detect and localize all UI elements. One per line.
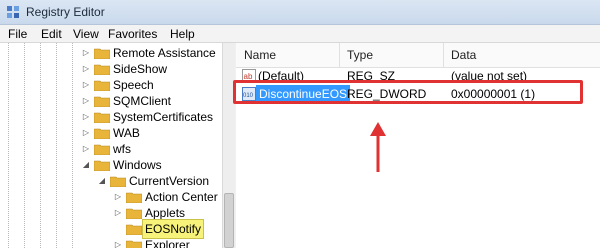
column-divider[interactable] <box>443 43 444 67</box>
tree-guide <box>24 43 25 248</box>
menu-bar: File Edit View Favorites Help <box>0 25 600 43</box>
title-bar: Registry Editor <box>0 0 600 25</box>
folder-icon <box>126 240 142 248</box>
highlight-box <box>233 80 583 104</box>
folder-icon <box>126 224 142 235</box>
folder-icon <box>126 192 142 203</box>
list-header: Name Type Data <box>236 43 600 68</box>
folder-icon <box>126 208 142 219</box>
menu-file[interactable]: File <box>8 27 27 41</box>
folder-icon <box>94 96 110 107</box>
values-list[interactable]: Name Type Data ab (Default) REG_SZ (valu… <box>236 43 600 248</box>
expand-arrow-icon[interactable]: ▷ <box>114 204 122 222</box>
menu-edit[interactable]: Edit <box>41 27 62 41</box>
folder-icon <box>94 128 110 139</box>
folder-icon <box>94 112 110 123</box>
tree-scrollbar[interactable] <box>222 43 235 248</box>
tree-guide <box>8 43 9 248</box>
folder-icon <box>94 144 110 155</box>
menu-favorites[interactable]: Favorites <box>108 27 157 41</box>
tree-guide <box>72 43 73 248</box>
expand-arrow-icon[interactable]: ▷ <box>114 236 122 248</box>
folder-icon <box>94 160 110 171</box>
registry-icon <box>7 6 19 18</box>
tree-guide <box>40 43 41 248</box>
column-header-name[interactable]: Name <box>244 48 276 62</box>
folder-icon <box>94 64 110 75</box>
up-arrow-icon <box>370 122 386 172</box>
window-title: Registry Editor <box>26 5 105 19</box>
column-header-type[interactable]: Type <box>347 48 373 62</box>
column-header-data[interactable]: Data <box>451 48 476 62</box>
folder-icon <box>110 176 126 187</box>
folder-icon <box>94 80 110 91</box>
menu-view[interactable]: View <box>73 27 99 41</box>
column-divider[interactable] <box>339 43 340 67</box>
collapse-arrow-icon[interactable]: ◢ <box>98 172 106 190</box>
menu-help[interactable]: Help <box>170 27 195 41</box>
key-tree[interactable]: ▷ Remote Assistance ▷ SideShow ▷ Speech … <box>0 43 223 248</box>
tree-guide <box>56 43 57 248</box>
tree-item-label: Explorer <box>145 238 190 248</box>
folder-icon <box>94 48 110 59</box>
scrollbar-thumb[interactable] <box>224 193 234 248</box>
collapse-arrow-icon[interactable]: ◢ <box>82 156 90 174</box>
